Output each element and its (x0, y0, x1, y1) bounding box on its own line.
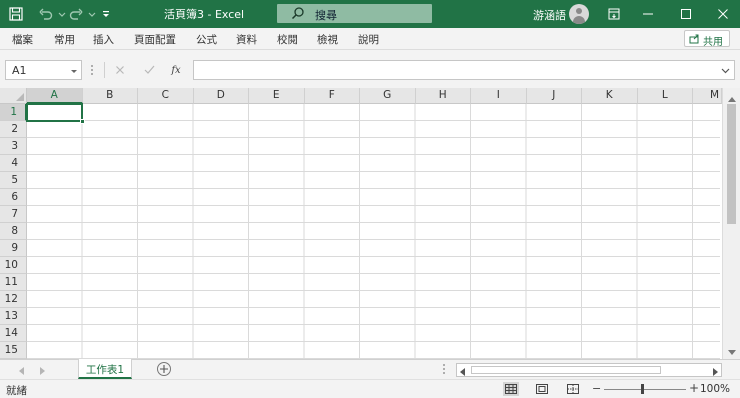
sheet-tab-label: 工作表1 (85, 364, 125, 376)
select-all-button[interactable] (0, 88, 27, 104)
plus-icon (160, 365, 168, 373)
enter-check-icon[interactable] (141, 62, 157, 78)
fill-handle[interactable] (80, 119, 85, 124)
share-button[interactable]: 共用 (684, 30, 730, 48)
window-title: 活頁簿3 - Excel (164, 8, 245, 21)
row-header[interactable]: 14 (0, 325, 27, 342)
maximize-icon[interactable] (669, 0, 703, 28)
tab-data[interactable]: 資料 (236, 32, 257, 47)
chevron-down-icon[interactable] (70, 65, 78, 78)
tab-help[interactable]: 說明 (358, 32, 379, 47)
scroll-right-icon[interactable] (713, 366, 719, 379)
column-header[interactable]: B (82, 88, 138, 104)
page-break-view-icon[interactable] (565, 382, 581, 396)
tab-split-handle-icon[interactable] (442, 363, 446, 378)
search-input[interactable]: 搜尋 (277, 4, 432, 23)
row-header[interactable]: 9 (0, 240, 27, 257)
close-icon[interactable] (706, 0, 740, 28)
row-header[interactable]: 5 (0, 172, 27, 189)
row-header[interactable]: 8 (0, 223, 27, 240)
avatar[interactable] (569, 4, 589, 24)
column-header[interactable]: H (415, 88, 471, 104)
customize-toolbar-icon[interactable] (96, 4, 116, 24)
worksheet-grid: A B C D E F G H I J K L M 1 2 3 4 5 6 7 … (0, 88, 740, 359)
cancel-icon[interactable] (112, 62, 128, 78)
tab-review[interactable]: 校閱 (277, 32, 298, 47)
row-header[interactable]: 1 (0, 104, 27, 121)
column-header[interactable]: K (582, 88, 638, 104)
tab-formulas[interactable]: 公式 (196, 32, 217, 47)
fx-label: fx (171, 64, 181, 76)
share-icon (689, 33, 700, 47)
formula-bar-resize-icon[interactable] (90, 63, 94, 80)
column-header[interactable]: E (249, 88, 305, 104)
tab-view[interactable]: 檢視 (317, 32, 338, 47)
row-header[interactable]: 4 (0, 155, 27, 172)
ribbon-display-icon[interactable] (597, 0, 631, 28)
cell-area[interactable] (27, 104, 720, 359)
row-header[interactable]: 6 (0, 189, 27, 206)
status-bar: 就緒 − + 100% (0, 379, 740, 398)
vertical-scrollbar[interactable] (722, 88, 740, 359)
row-header[interactable]: 3 (0, 138, 27, 155)
formula-divider (104, 62, 105, 78)
next-sheet-icon[interactable] (40, 365, 46, 378)
column-header[interactable]: C (138, 88, 194, 104)
row-header[interactable]: 11 (0, 274, 27, 291)
search-placeholder: 搜尋 (315, 9, 337, 22)
zoom-slider-thumb[interactable] (641, 384, 644, 394)
status-text: 就緒 (6, 385, 27, 397)
row-header[interactable]: 10 (0, 257, 27, 274)
ribbon-tabs: 檔案 常用 插入 頁面配置 公式 資料 校閱 檢視 說明 共用 (0, 28, 740, 50)
share-label: 共用 (703, 37, 723, 48)
column-header[interactable]: D (193, 88, 249, 104)
horizontal-scrollbar[interactable] (456, 363, 722, 377)
title-bar: 活頁簿3 - Excel 搜尋 游涵語 (0, 0, 740, 28)
insert-function-button[interactable]: fx (168, 62, 184, 78)
vertical-scroll-thumb[interactable] (727, 104, 736, 224)
zoom-out-button[interactable]: − (592, 382, 601, 395)
column-header[interactable]: G (360, 88, 416, 104)
column-header[interactable]: L (637, 88, 693, 104)
sheet-tab-bar: 工作表1 (0, 359, 740, 379)
zoom-level[interactable]: 100% (700, 383, 730, 395)
horizontal-scroll-thumb[interactable] (471, 366, 661, 374)
name-box[interactable]: A1 (5, 60, 82, 80)
formula-bar: A1 fx (0, 50, 740, 88)
sheet-tab[interactable]: 工作表1 (78, 359, 132, 379)
save-icon[interactable] (6, 4, 26, 24)
page-layout-view-icon[interactable] (534, 382, 550, 396)
column-header[interactable]: A (27, 88, 83, 104)
zoom-in-button[interactable]: + (689, 381, 699, 395)
search-icon (291, 6, 305, 23)
tab-page-layout[interactable]: 頁面配置 (134, 32, 176, 47)
column-header[interactable]: M (693, 88, 722, 104)
row-header[interactable]: 13 (0, 308, 27, 325)
formula-input[interactable] (193, 60, 735, 80)
prev-sheet-icon[interactable] (18, 365, 24, 378)
zoom-slider[interactable] (604, 389, 686, 390)
excel-window: 活頁簿3 - Excel 搜尋 游涵語 檔案 常用 插入 頁面配置 公式 資料 … (0, 0, 740, 398)
row-header[interactable]: 12 (0, 291, 27, 308)
tab-insert[interactable]: 插入 (93, 32, 114, 47)
add-sheet-button[interactable] (157, 362, 171, 376)
scroll-down-icon[interactable] (728, 346, 736, 359)
tab-file[interactable]: 檔案 (12, 32, 33, 47)
name-box-value: A1 (12, 64, 27, 77)
column-header[interactable]: I (471, 88, 527, 104)
column-header[interactable]: F (304, 88, 360, 104)
expand-formula-icon[interactable] (721, 65, 730, 78)
row-header[interactable]: 7 (0, 206, 27, 223)
row-header[interactable]: 2 (0, 121, 27, 138)
minimize-icon[interactable] (631, 0, 665, 28)
scroll-left-icon[interactable] (459, 366, 465, 379)
column-header[interactable]: J (526, 88, 582, 104)
normal-view-icon[interactable] (503, 382, 519, 396)
row-header[interactable]: 15 (0, 342, 27, 359)
tab-home[interactable]: 常用 (54, 32, 75, 47)
active-cell[interactable] (26, 103, 83, 122)
user-name[interactable]: 游涵語 (533, 7, 566, 23)
